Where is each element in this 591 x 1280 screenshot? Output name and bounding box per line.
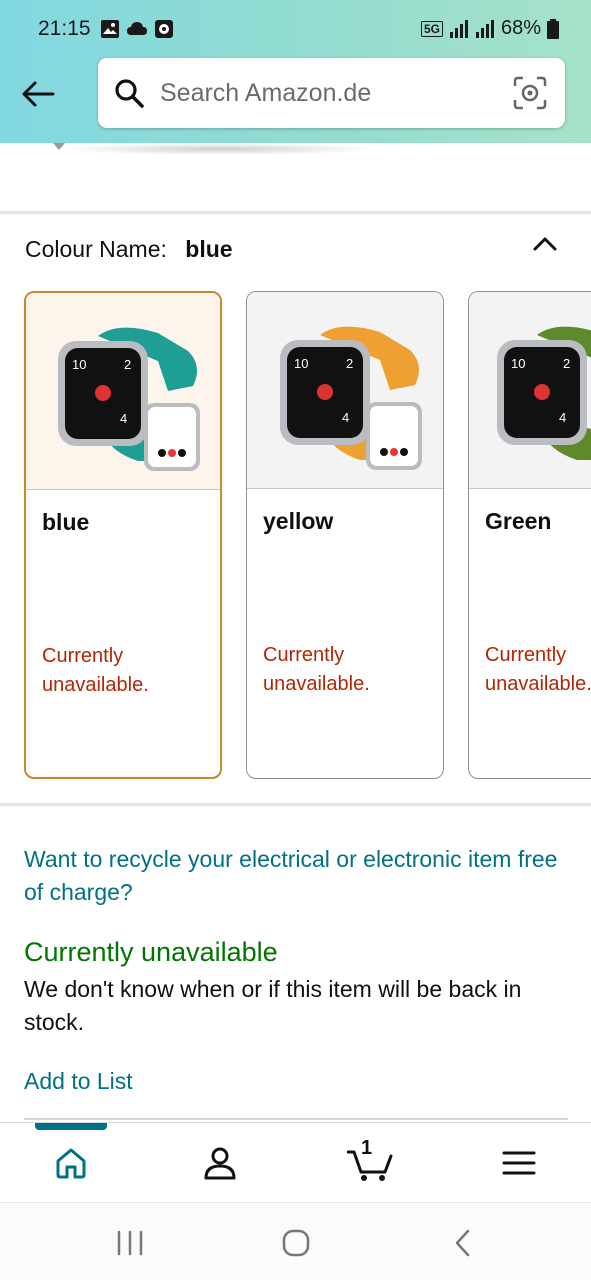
availability-line-2: unavailable. [42, 674, 149, 696]
colour-selected-value: blue [185, 236, 233, 262]
colour-option-yellow[interactable]: 10 2 4 yellow Currently unavailable. [246, 291, 444, 779]
signal-icon-2 [475, 19, 494, 38]
svg-text:10: 10 [511, 356, 525, 371]
home-circle-icon [282, 1229, 310, 1257]
watch-image-yellow: 10 2 4 [247, 292, 443, 489]
stock-note: We don't know when or if this item will … [24, 976, 522, 1035]
search-bar[interactable]: Search Amazon.de [98, 58, 565, 128]
colour-option-name: Green [485, 508, 552, 534]
product-image-bottom [0, 143, 591, 211]
status-bar: 21:15 5G 68% [0, 0, 591, 58]
chevron-up-icon [533, 237, 557, 251]
back-button[interactable] [18, 74, 58, 114]
availability-line-2: unavailable. [263, 673, 370, 695]
recent-apps-icon [117, 1230, 143, 1256]
colour-option-availability: Currently unavailable. [42, 642, 149, 700]
svg-text:2: 2 [124, 357, 131, 372]
app-notification-icon [155, 20, 173, 38]
availability-line-1: Currently [42, 645, 124, 667]
nav-home[interactable] [51, 1143, 91, 1183]
svg-text:4: 4 [342, 410, 349, 425]
svg-text:10: 10 [72, 357, 86, 372]
battery-percent: 68% [500, 17, 541, 39]
notification-icons [100, 19, 174, 39]
colour-name-header: Colour Name: blue [25, 236, 233, 263]
camera-scan-icon[interactable] [513, 76, 547, 110]
add-to-list-link[interactable]: Add to List [24, 1068, 133, 1095]
search-input[interactable]: Search Amazon.de [160, 79, 513, 108]
image-indicator [53, 143, 65, 150]
nav-account[interactable] [200, 1143, 240, 1183]
svg-text:4: 4 [120, 411, 127, 426]
colour-option-name: blue [42, 509, 90, 535]
svg-text:2: 2 [563, 356, 570, 371]
colour-option-availability: Currently unavailable. [263, 641, 370, 699]
search-icon [114, 77, 146, 109]
colour-option-green[interactable]: 10 2 4 Green Currently unavailable. [468, 291, 591, 779]
status-time: 21:15 [38, 17, 91, 40]
gallery-icon [101, 20, 119, 38]
cart-count: 1 [361, 1137, 373, 1159]
colour-swatch-list: 10 2 4 blue Currently unavailable. 10 2 … [24, 291, 591, 780]
colour-label: Colour Name: [25, 236, 167, 262]
back-chevron-icon [455, 1229, 470, 1257]
colour-option-blue[interactable]: 10 2 4 blue Currently unavailable. [24, 291, 222, 779]
availability-line-1: Currently [263, 644, 345, 666]
content-divider [24, 1118, 568, 1120]
availability-status: Currently unavailable [24, 937, 278, 967]
menu-icon [502, 1151, 536, 1175]
app-header: 21:15 5G 68% Search Amazon.de [0, 0, 591, 143]
watch-image-green: 10 2 4 [469, 292, 591, 489]
back-system-button[interactable] [444, 1225, 480, 1261]
network-5g-icon: 5G [420, 20, 443, 37]
recycle-link[interactable]: Want to recycle your electrical or elect… [24, 843, 574, 909]
availability-line-1: Currently [485, 644, 567, 666]
active-tab-indicator [35, 1123, 107, 1130]
svg-text:10: 10 [294, 356, 308, 371]
colour-option-availability: Currently unavailable. [485, 641, 591, 699]
home-system-button[interactable] [278, 1225, 314, 1261]
cloud-icon [127, 22, 147, 35]
status-right: 5G 68% [420, 17, 559, 40]
section-divider [0, 211, 591, 214]
home-icon [56, 1148, 86, 1179]
collapse-button[interactable] [531, 230, 559, 258]
nav-cart[interactable]: 1 [347, 1137, 393, 1183]
signal-icon [449, 19, 468, 38]
bottom-navigation: 1 [0, 1122, 591, 1202]
battery-icon [547, 18, 559, 39]
svg-text:2: 2 [346, 356, 353, 371]
colour-option-name: yellow [263, 508, 334, 534]
image-shadow [60, 143, 380, 155]
availability-line-2: unavailable. [485, 673, 591, 695]
back-arrow-icon [22, 81, 55, 107]
svg-text:4: 4 [559, 410, 566, 425]
recent-apps-button[interactable] [112, 1225, 148, 1261]
watch-image-blue: 10 2 4 [26, 293, 220, 490]
account-icon [204, 1147, 236, 1180]
section-divider [0, 803, 591, 806]
nav-menu[interactable] [499, 1143, 539, 1183]
system-navigation-bar [0, 1202, 591, 1280]
